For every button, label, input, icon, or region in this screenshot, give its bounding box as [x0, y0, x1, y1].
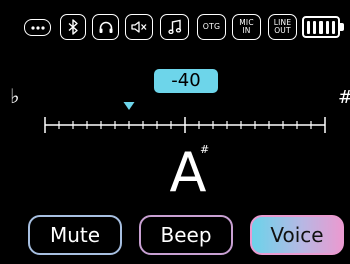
music-note-icon[interactable] — [160, 14, 189, 40]
speaker-mute-icon[interactable] — [125, 14, 153, 40]
otg-icon[interactable]: OTG — [197, 14, 226, 40]
mic-in-icon[interactable]: MIC IN — [232, 14, 261, 40]
status-bar: OTG MIC IN LINE OUT — [0, 0, 350, 50]
battery-cell — [307, 20, 311, 34]
otg-label: OTG — [202, 22, 221, 31]
line-out-label-bottom: OUT — [274, 26, 291, 35]
battery-icon — [302, 16, 340, 38]
headphones-icon[interactable] — [92, 14, 119, 40]
menu-dots-icon[interactable] — [24, 19, 51, 36]
battery-cell — [319, 20, 323, 34]
mic-in-label-bottom: IN — [242, 26, 251, 35]
scale-ticks — [44, 117, 326, 133]
battery-cell — [325, 20, 329, 34]
cents-offset-badge: -40 — [154, 69, 218, 93]
mute-button[interactable]: Mute — [28, 215, 122, 255]
tuner-scale — [44, 102, 326, 133]
battery-tip — [340, 23, 344, 31]
beep-button[interactable]: Beep — [139, 215, 233, 255]
line-out-icon[interactable]: LINE OUT — [268, 14, 297, 40]
battery-cell — [331, 20, 336, 34]
tuner-needle — [123, 102, 135, 110]
note-accidental: # — [200, 143, 210, 156]
bluetooth-icon[interactable] — [60, 14, 86, 40]
voice-button[interactable]: Voice — [250, 215, 344, 255]
battery-cell — [313, 20, 317, 34]
